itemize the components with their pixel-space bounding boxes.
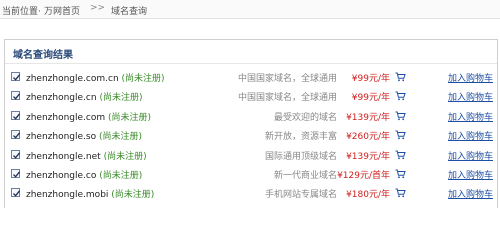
domain-price: ¥129元/首年	[337, 171, 390, 181]
result-row: zhenzhongle.so (尚未注册) 新开放，资源丰富 ¥260元/年 加…	[5, 126, 497, 145]
breadcrumb: 当前位置· 万网首页 >> 域名查询	[0, 0, 500, 19]
select-checkbox[interactable]	[11, 110, 21, 120]
domain-description: 最受欢迎的域名	[273, 112, 337, 123]
breadcrumb-page: 域名查询	[111, 7, 148, 17]
domain-name: zhenzhongle.com (尚未注册)	[26, 112, 152, 123]
result-row: zhenzhongle.cn (尚未注册) 中国国家域名，全球通用 ¥99元/年…	[5, 87, 497, 106]
domain-price: ¥99元/年	[351, 74, 390, 84]
shopping-cart-icon[interactable]	[395, 188, 406, 198]
domain-price: ¥99元/年	[351, 93, 390, 104]
domain-description: 国际通用顶级域名	[264, 151, 337, 162]
select-checkbox[interactable]	[11, 91, 21, 101]
shopping-cart-icon[interactable]	[395, 150, 406, 160]
domain-price: ¥139元/年	[346, 151, 390, 162]
shopping-cart-icon[interactable]	[395, 91, 406, 101]
results-title: 域名查询结果	[13, 50, 73, 61]
domain-price: ¥180元/年	[346, 190, 390, 201]
domain-price: ¥139元/年	[346, 112, 390, 123]
breadcrumb-separator: >>	[90, 3, 106, 13]
add-to-cart-link[interactable]: 加入购物车	[448, 149, 493, 162]
domain-description: 手机网站专属域名	[264, 190, 337, 201]
shopping-cart-icon[interactable]	[395, 130, 406, 140]
domain-status: (尚未注册)	[99, 171, 143, 181]
domain-name: zhenzhongle.mobi (尚未注册)	[26, 190, 155, 201]
result-row: zhenzhongle.mobi (尚未注册) 手机网站专属域名 ¥180元/年…	[5, 184, 497, 203]
breadcrumb-home-link[interactable]: 万网首页	[44, 4, 80, 17]
add-to-cart-link[interactable]: 加入购物车	[448, 168, 493, 181]
results-panel: 域名查询结果 zhenzhongle.com.cn (尚未注册) 中国国家域名，…	[4, 39, 498, 208]
select-checkbox[interactable]	[11, 72, 21, 81]
domain-name: zhenzhongle.cn (尚未注册)	[26, 93, 143, 104]
domain-name: zhenzhongle.co (尚未注册)	[26, 171, 143, 181]
select-checkbox[interactable]	[11, 188, 21, 198]
result-row: zhenzhongle.com.cn (尚未注册) 中国国家域名，全球通用 ¥9…	[5, 68, 497, 87]
domain-price: ¥260元/年	[346, 132, 390, 143]
domain-name: zhenzhongle.com.cn (尚未注册)	[26, 74, 165, 84]
domain-description: 新一代商业域名	[273, 171, 337, 181]
domain-description: 中国国家域名，全球通用	[237, 74, 337, 84]
breadcrumb-current-label: 当前位置·	[2, 7, 41, 17]
domain-status: (尚未注册)	[99, 93, 143, 104]
select-checkbox[interactable]	[11, 169, 21, 178]
shopping-cart-icon[interactable]	[395, 111, 406, 121]
add-to-cart-link[interactable]: 加入购物车	[448, 110, 493, 123]
domain-status: (尚未注册)	[99, 132, 143, 143]
result-row: zhenzhongle.com (尚未注册) 最受欢迎的域名 ¥139元/年 加…	[5, 107, 497, 126]
domain-status: (尚未注册)	[103, 151, 147, 162]
domain-description: 中国国家域名，全球通用	[237, 93, 337, 104]
select-checkbox[interactable]	[11, 130, 21, 140]
result-row: zhenzhongle.co (尚未注册) 新一代商业域名 ¥129元/首年 加…	[5, 165, 497, 184]
add-to-cart-link[interactable]: 加入购物车	[448, 71, 493, 84]
select-checkbox[interactable]	[11, 149, 21, 159]
add-to-cart-link[interactable]: 加入购物车	[448, 187, 493, 200]
add-to-cart-link[interactable]: 加入购物车	[448, 90, 493, 103]
shopping-cart-icon[interactable]	[395, 72, 406, 82]
domain-status: (尚未注册)	[121, 74, 165, 84]
result-row: zhenzhongle.net (尚未注册) 国际通用顶级域名 ¥139元/年 …	[5, 146, 497, 165]
add-to-cart-link[interactable]: 加入购物车	[448, 129, 493, 142]
domain-status: (尚未注册)	[108, 112, 152, 123]
domain-name: zhenzhongle.so (尚未注册)	[26, 132, 143, 143]
domain-description: 新开放，资源丰富	[264, 132, 337, 143]
shopping-cart-icon[interactable]	[395, 169, 406, 179]
domain-name: zhenzhongle.net (尚未注册)	[26, 151, 147, 162]
results-divider	[5, 63, 497, 64]
domain-status: (尚未注册)	[111, 190, 155, 201]
